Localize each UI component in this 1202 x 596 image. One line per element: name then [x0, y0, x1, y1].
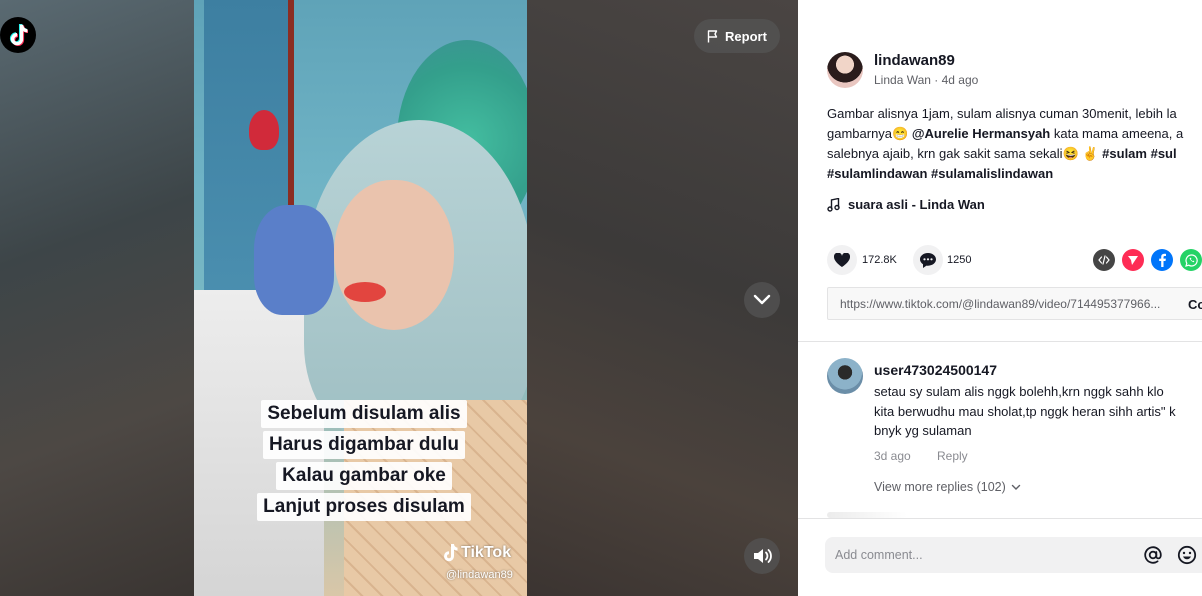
description-line: Gambar alisnya 1jam, sulam alisnya cuman…	[827, 106, 1177, 121]
tiktok-logo-icon[interactable]	[0, 17, 36, 53]
video-caption: Sebelum disulam alis Harus digambar dulu…	[244, 400, 484, 521]
comment-bubble-icon	[920, 252, 936, 268]
chevron-down-icon	[753, 294, 771, 305]
view-more-replies-button[interactable]: View more replies (102)	[874, 480, 1021, 494]
send-to-friends-icon[interactable]	[1122, 249, 1144, 271]
watermark-brand: TikTok	[461, 544, 512, 561]
volume-icon	[754, 549, 772, 563]
paper-plane-icon	[1128, 256, 1138, 265]
music-note-icon	[827, 197, 840, 212]
tiktok-note-icon	[9, 24, 28, 46]
hashtag-link[interactable]: #sulam	[1102, 146, 1147, 161]
video-scene-glove	[254, 205, 334, 315]
description-line: salebnya ajaib, krn gak sakit sama sekal…	[827, 144, 1202, 164]
author-subinfo: Linda Wan · 4d ago	[874, 73, 978, 87]
watermark-handle: @lindawan89	[446, 569, 513, 581]
subinfo-separator: ·	[930, 73, 942, 87]
chevron-down-icon	[1011, 484, 1020, 490]
video-scene-lips	[344, 282, 386, 302]
flag-icon	[707, 29, 718, 42]
description-text: gambarnya😁	[827, 126, 912, 141]
reply-button[interactable]: Reply	[937, 449, 968, 463]
comment-button[interactable]	[913, 245, 943, 275]
whatsapp-icon[interactable]	[1180, 249, 1202, 271]
composer-divider	[798, 518, 1202, 519]
post-description: Gambar alisnya 1jam, sulam alisnya cuman…	[827, 104, 1202, 184]
blurred-backdrop-left	[0, 0, 194, 596]
view-replies-label: View more replies (102)	[874, 480, 1006, 494]
commenter-username[interactable]: user473024500147	[874, 362, 997, 378]
embed-icon[interactable]	[1093, 249, 1115, 271]
heart-icon	[834, 253, 850, 267]
like-button[interactable]	[827, 245, 857, 275]
comment-input[interactable]	[825, 537, 1135, 573]
next-video-button[interactable]	[744, 282, 780, 318]
report-label: Report	[725, 28, 767, 44]
mention-at-icon[interactable]	[1143, 545, 1163, 565]
section-divider	[798, 341, 1202, 342]
facebook-icon[interactable]	[1151, 249, 1173, 271]
video-scene-ornament	[249, 110, 279, 150]
post-info-panel: lindawan89 Linda Wan · 4d ago Gambar ali…	[798, 0, 1202, 596]
post-time: 4d ago	[941, 73, 979, 87]
emoji-icon[interactable]	[1177, 545, 1197, 565]
video-player[interactable]: Sebelum disulam alis Harus digambar dulu…	[0, 0, 798, 596]
video-link-field[interactable]: https://www.tiktok.com/@lindawan89/video…	[827, 287, 1202, 320]
video-frame[interactable]: Sebelum disulam alis Harus digambar dulu…	[194, 0, 527, 596]
author-display-name: Linda Wan	[874, 73, 931, 87]
code-brackets-icon	[1098, 255, 1110, 265]
hashtag-link[interactable]: #sul	[1147, 146, 1177, 161]
author-avatar[interactable]	[827, 52, 863, 88]
caption-line: Harus digambar dulu	[262, 431, 466, 459]
author-username[interactable]: lindawan89	[874, 52, 955, 69]
description-line: gambarnya😁 @Aurelie Hermansyah kata mama…	[827, 124, 1202, 144]
video-scene-face	[334, 180, 454, 330]
music-link[interactable]: suara asli - Linda Wan	[827, 197, 985, 212]
tiktok-note-icon	[444, 544, 458, 562]
description-text: salebnya ajaib, krn gak sakit sama sekal…	[827, 146, 1103, 161]
music-label: suara asli - Linda Wan	[848, 197, 985, 212]
facebook-f-icon	[1159, 253, 1166, 267]
caption-line: Lanjut proses disulam	[257, 493, 471, 521]
comment-count: 1250	[947, 254, 972, 266]
comment-text: setau sy sulam alis nggk bolehh,krn nggk…	[874, 382, 1202, 441]
comment-line: bnyk yg sulaman	[874, 423, 972, 438]
copy-link-button[interactable]: Co	[1188, 297, 1202, 312]
comment-line: kita berwudhu mau sholat,tp nggk heran s…	[874, 403, 1176, 419]
like-count: 172.8K	[862, 254, 897, 266]
tiktok-watermark: TikTok	[442, 544, 511, 562]
caption-line: Sebelum disulam alis	[261, 400, 467, 428]
caption-line: Kalau gambar oke	[276, 462, 452, 490]
report-button[interactable]: Report	[694, 19, 780, 53]
comment-date: 3d ago	[874, 449, 911, 463]
comment-composer	[825, 537, 1202, 573]
commenter-avatar[interactable]	[827, 358, 863, 394]
whatsapp-phone-icon	[1184, 253, 1198, 267]
mention-link[interactable]: @Aurelie Hermansyah	[912, 126, 1050, 141]
hashtag-links[interactable]: #sulamlindawan #sulamalislindawan	[827, 164, 1202, 184]
video-link-url: https://www.tiktok.com/@lindawan89/video…	[840, 296, 1161, 311]
volume-button[interactable]	[744, 538, 780, 574]
comment-line: setau sy sulam alis nggk bolehh,krn nggk…	[874, 384, 1164, 399]
description-text: kata mama ameena, a	[1050, 126, 1184, 141]
